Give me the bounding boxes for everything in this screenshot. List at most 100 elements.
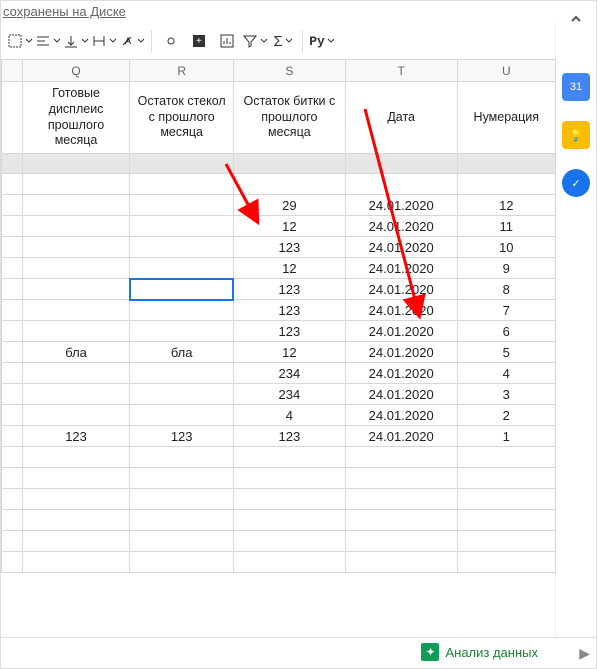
cell-R[interactable] (130, 174, 234, 195)
cell-R[interactable] (130, 384, 234, 405)
header-cell-Q[interactable]: Готовые дисплеис прошлого месяца (22, 82, 130, 154)
cell-S[interactable] (233, 489, 345, 510)
cell-Q[interactable] (22, 447, 130, 468)
cell-U[interactable]: 4 (457, 363, 555, 384)
cell-S[interactable] (233, 531, 345, 552)
row-number[interactable] (2, 447, 23, 468)
cell-T[interactable]: 24.01.2020 (345, 321, 457, 342)
cell-Q[interactable] (22, 384, 130, 405)
cell-U[interactable]: 9 (457, 258, 555, 279)
horizontal-align-button[interactable] (35, 28, 61, 54)
cell-T[interactable]: 24.01.2020 (345, 342, 457, 363)
cell-S[interactable]: 12 (233, 342, 345, 363)
cell-R[interactable]: бла (130, 342, 234, 363)
cell-T[interactable]: 24.01.2020 (345, 300, 457, 321)
tasks-icon[interactable]: ✓ (562, 169, 590, 197)
cell-U[interactable]: 10 (457, 237, 555, 258)
cell-T[interactable]: 24.01.2020 (345, 363, 457, 384)
row-number[interactable] (2, 510, 23, 531)
cell-R[interactable] (130, 531, 234, 552)
cell-R[interactable] (130, 258, 234, 279)
cell-U[interactable] (457, 447, 555, 468)
header-cell-S[interactable]: Остаток битки с прошлого месяца (233, 82, 345, 154)
header-cell-R[interactable]: Остаток стекол с прошлого месяца (130, 82, 234, 154)
keep-icon[interactable]: 💡 (562, 121, 590, 149)
row-number[interactable] (2, 174, 23, 195)
filter-button[interactable] (242, 28, 268, 54)
cell-U[interactable]: 1 (457, 426, 555, 447)
cell-Q[interactable]: бла (22, 342, 130, 363)
cell-U[interactable]: 6 (457, 321, 555, 342)
addons-button[interactable]: Py (309, 28, 335, 54)
cell-S[interactable] (233, 510, 345, 531)
cell-R[interactable] (130, 552, 234, 573)
col-header-R[interactable]: R (130, 60, 234, 82)
row-number[interactable] (2, 384, 23, 405)
insert-chart-button[interactable] (214, 28, 240, 54)
cell-Q[interactable] (22, 174, 130, 195)
text-rotation-button[interactable]: A (119, 28, 145, 54)
cell-Q[interactable] (22, 363, 130, 384)
select-all-cell[interactable] (2, 60, 23, 82)
row-number[interactable] (2, 82, 23, 154)
save-status-link[interactable]: сохранены на Диске (3, 4, 126, 19)
cell-U[interactable]: 2 (457, 405, 555, 426)
cell-T[interactable]: 24.01.2020 (345, 384, 457, 405)
row-number[interactable] (2, 468, 23, 489)
cell-Q[interactable] (22, 216, 130, 237)
cell-T[interactable]: 24.01.2020 (345, 216, 457, 237)
row-number[interactable] (2, 216, 23, 237)
functions-button[interactable]: Σ (270, 28, 296, 54)
cell-U[interactable] (457, 174, 555, 195)
cell-Q[interactable] (22, 258, 130, 279)
cell-R[interactable] (130, 216, 234, 237)
cell-T[interactable]: 24.01.2020 (345, 237, 457, 258)
row-number[interactable] (2, 531, 23, 552)
cell-R[interactable] (130, 489, 234, 510)
insert-link-button[interactable] (158, 28, 184, 54)
insert-comment-button[interactable]: + (186, 28, 212, 54)
cell-R[interactable] (130, 405, 234, 426)
cell-Q[interactable] (22, 489, 130, 510)
col-header-S[interactable]: S (233, 60, 345, 82)
cell-S[interactable]: 234 (233, 363, 345, 384)
cell-S[interactable]: 12 (233, 258, 345, 279)
row-number[interactable] (2, 237, 23, 258)
cell-Q[interactable] (22, 195, 130, 216)
cell-R[interactable] (130, 279, 234, 300)
cell-R[interactable] (130, 447, 234, 468)
cell-S[interactable]: 234 (233, 384, 345, 405)
cell-Q[interactable]: 123 (22, 426, 130, 447)
cell-U[interactable]: 7 (457, 300, 555, 321)
cell-T[interactable] (345, 531, 457, 552)
spreadsheet-grid[interactable]: Q R S T U Готовые дисплеис прошлого меся… (1, 59, 556, 638)
row-number[interactable] (2, 405, 23, 426)
explore-button[interactable]: ✦ Анализ данных (413, 640, 546, 664)
cell-S[interactable] (233, 447, 345, 468)
cell-U[interactable]: 8 (457, 279, 555, 300)
row-number[interactable] (2, 342, 23, 363)
cell-Q[interactable] (22, 510, 130, 531)
row-number[interactable] (2, 321, 23, 342)
row-number[interactable] (2, 300, 23, 321)
scroll-right-button[interactable]: ▶ (579, 645, 590, 662)
row-number[interactable] (2, 489, 23, 510)
cell-T[interactable] (345, 489, 457, 510)
cell-U[interactable] (457, 531, 555, 552)
cell-U[interactable] (457, 489, 555, 510)
cell-U[interactable]: 12 (457, 195, 555, 216)
cell-S[interactable]: 123 (233, 279, 345, 300)
cell-S[interactable]: 123 (233, 321, 345, 342)
cell-Q[interactable] (22, 300, 130, 321)
cell-T[interactable] (345, 468, 457, 489)
cell-T[interactable]: 24.01.2020 (345, 258, 457, 279)
row-number[interactable] (2, 426, 23, 447)
cell-S[interactable]: 12 (233, 216, 345, 237)
cell-Q[interactable] (22, 237, 130, 258)
row-number[interactable] (2, 552, 23, 573)
cell-U[interactable] (457, 510, 555, 531)
cell-T[interactable]: 24.01.2020 (345, 279, 457, 300)
col-header-T[interactable]: T (345, 60, 457, 82)
cell-Q[interactable] (22, 279, 130, 300)
header-cell-U[interactable]: Нумерация (457, 82, 555, 154)
